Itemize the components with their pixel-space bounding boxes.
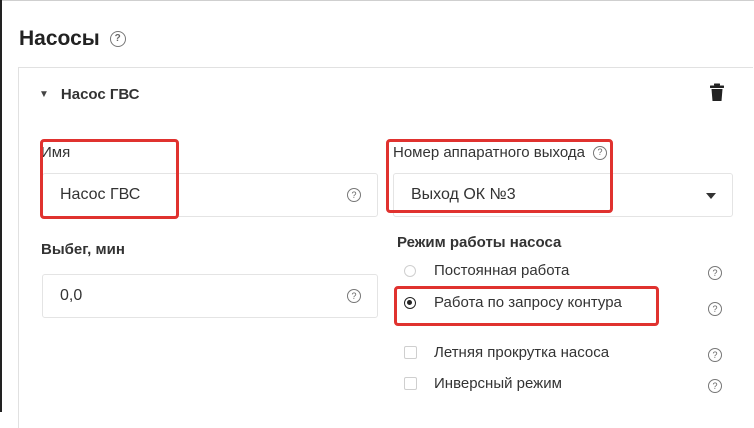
help-icon[interactable]: ? bbox=[708, 379, 722, 393]
mode-label: Режим работы насоса bbox=[397, 234, 562, 251]
help-icon[interactable]: ? bbox=[708, 348, 722, 362]
caret-down-icon[interactable]: ▼ bbox=[39, 89, 49, 100]
runout-label: Выбег, мин bbox=[41, 241, 125, 258]
highlight-box-mode bbox=[394, 286, 659, 326]
help-icon[interactable]: ? bbox=[708, 266, 722, 280]
mode-option-label: Постоянная работа bbox=[434, 262, 570, 279]
frame-left-edge bbox=[0, 0, 2, 412]
highlight-box-name bbox=[40, 139, 179, 219]
checkbox-inverse-mode[interactable]: Инверсный режим bbox=[404, 375, 562, 392]
dropdown-arrow-icon[interactable] bbox=[706, 193, 716, 199]
highlight-box-output bbox=[386, 139, 613, 213]
pump-panel-title: Насос ГВС bbox=[60, 86, 140, 103]
checkbox[interactable] bbox=[404, 377, 417, 390]
checkbox-summer-rotation[interactable]: Летняя прокрутка насоса bbox=[404, 344, 609, 361]
runout-input[interactable]: 0,0 ? bbox=[42, 274, 378, 318]
help-icon[interactable]: ? bbox=[708, 302, 722, 316]
checkbox[interactable] bbox=[404, 346, 417, 359]
pump-panel-header[interactable]: ▼ Насос ГВС bbox=[39, 86, 140, 103]
checkbox-label: Инверсный режим bbox=[434, 375, 562, 392]
help-icon[interactable]: ? bbox=[109, 31, 126, 47]
mode-option-constant[interactable]: Постоянная работа bbox=[404, 262, 569, 279]
help-icon[interactable]: ? bbox=[347, 188, 361, 202]
checkbox-label: Летняя прокрутка насоса bbox=[434, 344, 610, 361]
help-icon[interactable]: ? bbox=[347, 289, 361, 303]
trash-icon[interactable] bbox=[710, 83, 724, 101]
section-title: Насосы ? bbox=[19, 27, 126, 51]
radio-button[interactable] bbox=[404, 264, 416, 277]
runout-input-value: 0,0 bbox=[60, 287, 83, 304]
pump-panel bbox=[18, 67, 753, 428]
section-title-text: Насосы bbox=[19, 27, 100, 50]
frame-top-edge bbox=[0, 0, 754, 1]
